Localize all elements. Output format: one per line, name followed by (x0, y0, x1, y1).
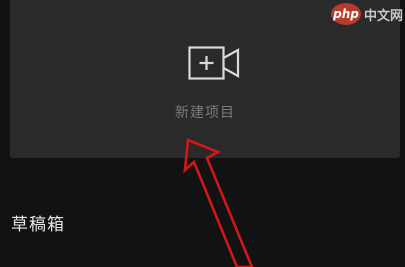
site-watermark: php 中文网 (330, 0, 403, 28)
drafts-section-title: 草稿箱 (11, 215, 65, 235)
new-project-label: 新建项目 (175, 105, 235, 121)
watermark-text: 中文网 (363, 8, 403, 24)
video-camera-plus-icon (188, 46, 240, 80)
watermark-logo: php (330, 3, 361, 25)
